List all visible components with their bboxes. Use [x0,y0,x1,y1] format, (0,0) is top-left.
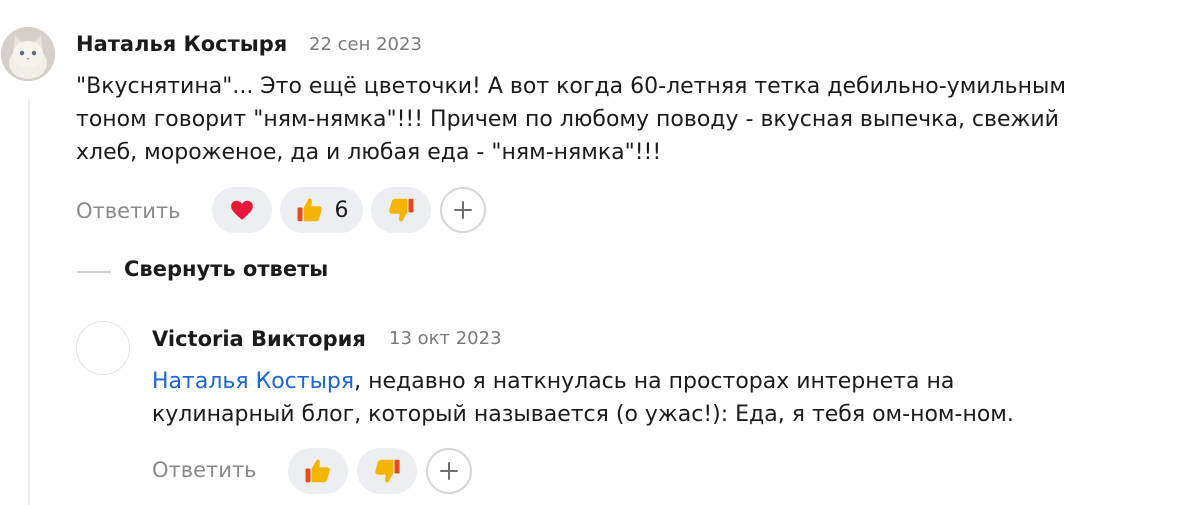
collapse-replies-button[interactable]: Свернуть ответы [124,257,328,281]
comment-author[interactable]: Наталья Костыря [76,32,287,56]
thumbs-up-icon [305,459,330,483]
dislike-reaction-button[interactable] [357,448,417,494]
reply-date: 13 окт 2023 [389,328,502,349]
reply-button[interactable]: Ответить [76,199,181,223]
comment-text-line: тоном говорит "ням-нямка"!!! Причем по л… [76,107,1059,132]
reply-text-line: Наталья Костыря, недавно я наткнулась на… [152,365,1192,398]
heart-reaction-button[interactable] [212,187,272,233]
plus-icon [454,201,472,219]
reply-text-fragment: , недавно я наткнулась на просторах инте… [354,369,955,394]
thumbs-down-icon [375,459,400,483]
like-reaction-button[interactable]: 6 [280,187,363,233]
reply-author[interactable]: Victoria Виктория [152,327,366,351]
mention-link[interactable]: Наталья Костыря [152,369,354,394]
cat-avatar-image [1,27,55,81]
comment-text-line: "Вкуснятина"... Это ещё цветочки! А вот … [76,74,1066,99]
collapse-dash [77,271,111,273]
reply-text: Наталья Костыря, недавно я наткнулась на… [152,365,1192,431]
reply-text-line: кулинарный блог, который называется (о у… [152,402,1014,427]
thumbs-up-icon [297,198,322,222]
add-reaction-button[interactable] [440,187,486,233]
like-reaction-button[interactable] [288,448,348,494]
plus-icon [440,462,458,480]
add-reaction-button[interactable] [426,448,472,494]
comment-text: "Вкуснятина"... Это ещё цветочки! А вот … [76,70,1191,169]
comment-date: 22 сен 2023 [309,34,422,55]
thumbs-down-icon [389,198,414,222]
thread-line [28,100,30,505]
like-count: 6 [334,197,349,223]
avatar[interactable] [1,27,55,81]
reply-reply-button[interactable]: Ответить [152,458,257,482]
heart-icon [231,200,253,220]
dislike-reaction-button[interactable] [371,187,431,233]
comment-text-line: хлеб, мороженое, да и любая еда - "ням-н… [76,140,662,165]
reply-avatar[interactable] [76,321,130,375]
